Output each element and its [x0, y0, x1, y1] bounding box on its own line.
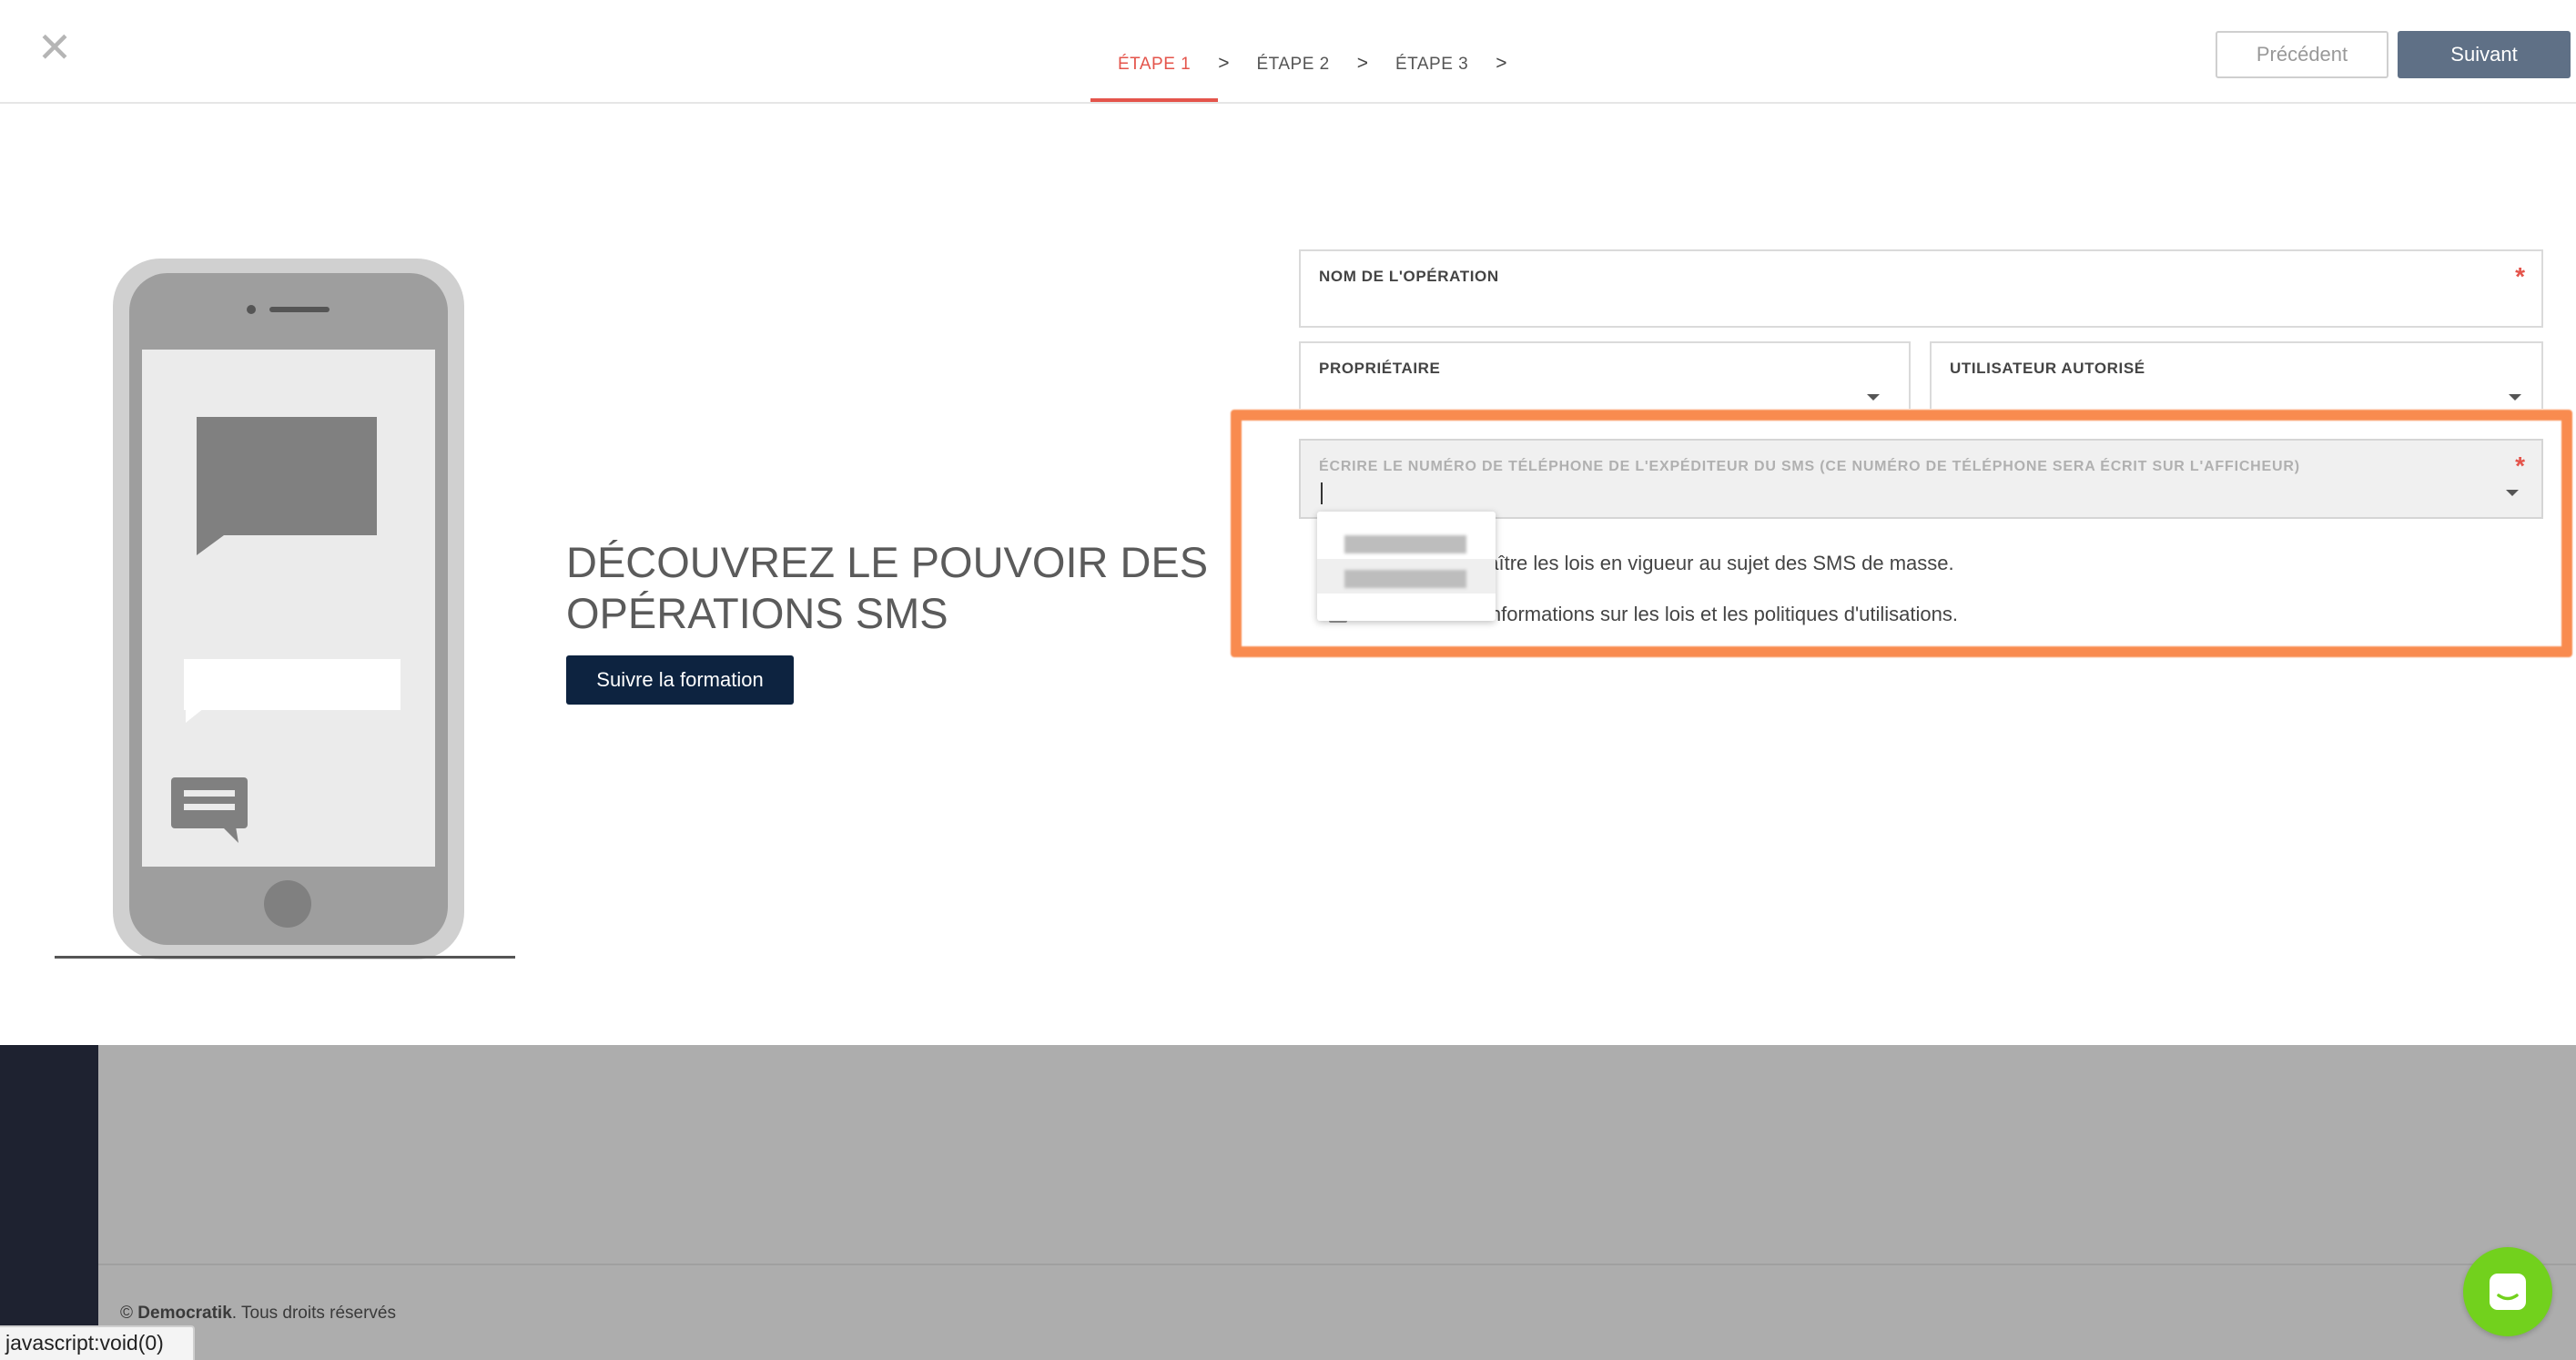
highlight-annotation [1231, 410, 2572, 657]
promo-title-line-2: OPÉRATIONS SMS [566, 589, 948, 637]
operation-name-label: NOM DE L'OPÉRATION [1319, 268, 1499, 285]
owner-select[interactable]: PROPRIÉTAIRE [1299, 341, 1911, 409]
footer-divider [98, 1264, 2576, 1265]
close-icon[interactable]: ✕ [36, 26, 73, 68]
previous-button[interactable]: Précédent [2216, 31, 2388, 78]
step-separator: > [1218, 53, 1230, 74]
chevron-down-icon [2509, 394, 2521, 401]
sidebar-strip [0, 1045, 98, 1360]
authorized-user-select[interactable]: UTILISATEUR AUTORISÉ [1930, 341, 2543, 409]
footer-rights: . Tous droits réservés [231, 1304, 397, 1323]
next-button[interactable]: Suivant [2398, 31, 2571, 78]
step-separator: > [1356, 53, 1368, 74]
owner-label: PROPRIÉTAIRE [1319, 360, 1441, 377]
chat-icon [2490, 1274, 2526, 1310]
smartphone-sms-illustration [55, 259, 515, 959]
promo-title-line-1: DÉCOUVREZ LE POUVOIR DES [566, 538, 1209, 586]
tab-step-2[interactable]: ÉTAPE 2 [1230, 44, 1357, 89]
footer-brand[interactable]: Democratik [137, 1304, 232, 1323]
tab-step-3[interactable]: ÉTAPE 3 [1368, 44, 1496, 89]
overlay-area [98, 1045, 2576, 1360]
follow-training-button[interactable]: Suivre la formation [566, 655, 794, 705]
chat-button[interactable] [2463, 1247, 2552, 1336]
operation-name-field[interactable]: NOM DE L'OPÉRATION * [1299, 249, 2543, 328]
step-navigation: ÉTAPE 1 > ÉTAPE 2 > ÉTAPE 3 > [1090, 44, 1507, 102]
footer-copyright: © Democratik. Tous droits réservés [120, 1304, 396, 1324]
tab-step-1[interactable]: ÉTAPE 1 [1090, 44, 1219, 102]
promo-title: DÉCOUVREZ LE POUVOIR DES OPÉRATIONS SMS [566, 537, 1222, 639]
status-bar-url: javascript:void(0) [0, 1325, 195, 1360]
step-separator: > [1496, 53, 1507, 74]
copyright-symbol: © [120, 1304, 133, 1323]
required-mark: * [2515, 262, 2525, 290]
chevron-down-icon [1867, 394, 1880, 401]
authorized-user-label: UTILISATEUR AUTORISÉ [1950, 360, 2145, 377]
